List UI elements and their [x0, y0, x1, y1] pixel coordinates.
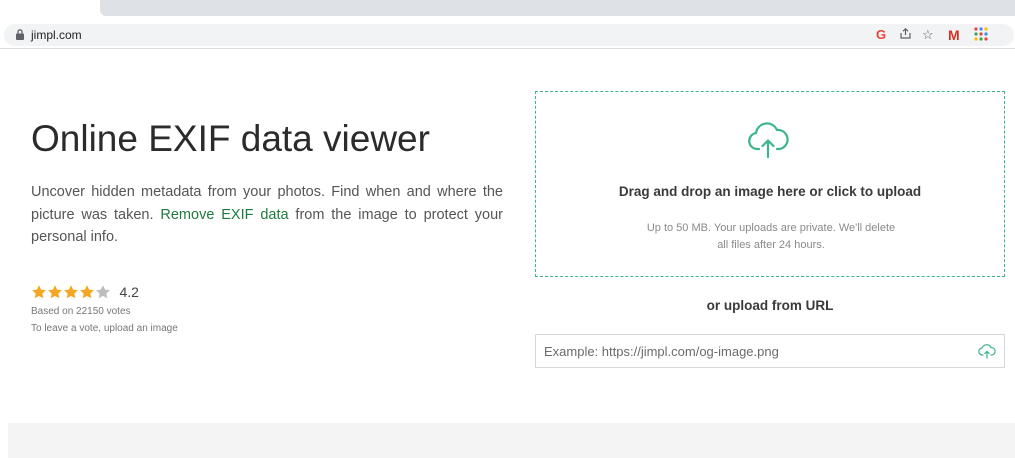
bookmark-star-icon[interactable]: ☆ — [922, 27, 934, 43]
dropzone-note: Up to 50 MB. Your uploads are private. W… — [646, 222, 896, 251]
rating-stars — [31, 283, 111, 301]
toolbar-divider — [0, 48, 1015, 49]
page-description: Uncover hidden metadata from your photos… — [31, 181, 503, 249]
google-icon[interactable]: G — [876, 27, 886, 43]
browser-tab[interactable] — [100, 0, 1015, 16]
address-bar[interactable]: jimpl.com G ☆ M — [4, 24, 1014, 46]
dropzone-title: Drag and drop an image here or click to … — [618, 184, 922, 199]
footer-band — [8, 423, 1015, 458]
rating-widget: 4.2 — [31, 283, 139, 301]
star-filled-icon — [32, 284, 46, 299]
rating-hint: To leave a vote, upload an image — [31, 323, 178, 334]
share-icon[interactable] — [899, 27, 912, 44]
browser-toolbar: jimpl.com G ☆ M — [0, 22, 1015, 48]
page-title: Online EXIF data viewer — [31, 118, 430, 159]
rating-value: 4.2 — [119, 284, 139, 300]
url-input[interactable] — [536, 335, 966, 367]
remove-exif-link[interactable]: Remove EXIF data — [160, 207, 288, 223]
star-filled-icon — [64, 284, 78, 299]
cloud-upload-icon — [748, 122, 789, 159]
lock-icon[interactable] — [15, 28, 25, 41]
apps-grid-icon[interactable] — [973, 26, 989, 46]
url-text[interactable]: jimpl.com — [31, 28, 82, 42]
cloud-upload-icon[interactable] — [978, 343, 996, 359]
image-dropzone[interactable]: Drag and drop an image here or click to … — [535, 91, 1005, 277]
star-filled-icon — [48, 284, 62, 299]
url-upload-heading: or upload from URL — [706, 298, 834, 313]
rating-votes: Based on 22150 votes — [31, 306, 131, 317]
gmail-icon[interactable]: M — [948, 27, 960, 43]
browser-tabstrip — [0, 0, 1015, 22]
star-empty-icon — [96, 284, 110, 299]
url-upload-field — [535, 334, 1005, 368]
star-filled-icon — [80, 284, 94, 299]
